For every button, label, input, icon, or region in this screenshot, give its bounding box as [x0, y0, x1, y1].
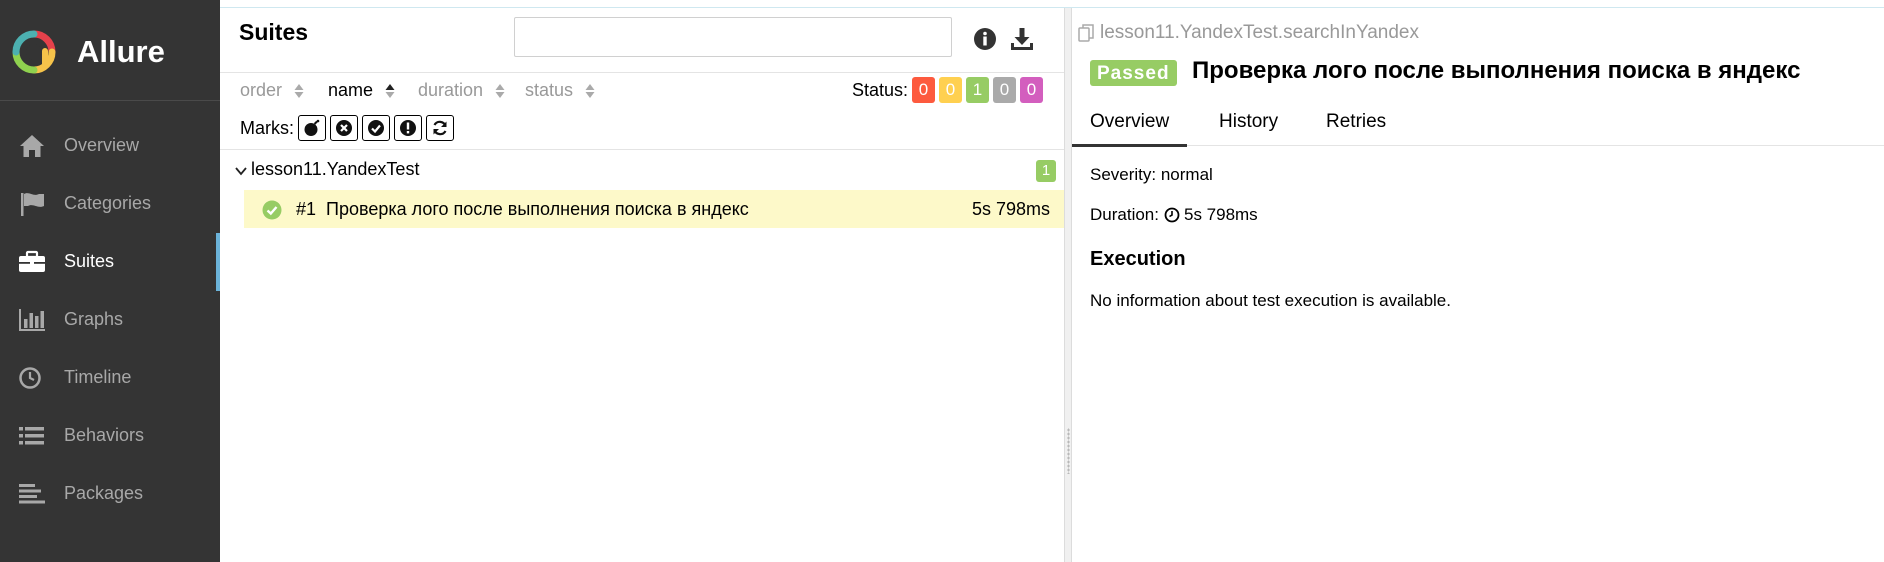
sidebar-item-suites[interactable]: Suites: [0, 233, 220, 291]
status-passed-badge[interactable]: 1: [966, 77, 989, 103]
sidebar-item-behaviors[interactable]: Behaviors: [0, 407, 220, 465]
page-title: Suites: [239, 19, 309, 45]
suites-pane: Suites order name duration status Status…: [220, 8, 1064, 562]
test-case-number: #1: [296, 199, 317, 219]
times-circle-icon: [336, 120, 352, 136]
sort-label: status: [525, 80, 574, 100]
status-unknown-badge[interactable]: 0: [1020, 77, 1043, 103]
sort-arrows-icon: [294, 83, 304, 98]
test-path-text: lesson11.YandexTest.searchInYandex: [1100, 22, 1419, 43]
pane-splitter[interactable]: [1064, 8, 1072, 562]
sidebar-item-label: Categories: [64, 193, 152, 213]
chevron-down-icon: [235, 167, 247, 176]
home-icon: [20, 135, 44, 157]
execution-info-text: No information about test execution is a…: [1090, 291, 1451, 310]
test-full-path[interactable]: lesson11.YandexTest.searchInYandex: [1078, 22, 1419, 44]
sidebar-item-graphs[interactable]: Graphs: [0, 291, 220, 349]
detail-tabs: Overview History Retries: [1071, 100, 1884, 147]
duration-label: Duration:: [1090, 205, 1159, 224]
briefcase-icon: [19, 250, 45, 272]
mark-flaky-button[interactable]: [298, 115, 326, 141]
sort-by-order[interactable]: order: [240, 80, 304, 101]
marks-filter: Marks:: [240, 115, 454, 141]
test-case-duration: 5s 798ms: [971, 199, 1050, 219]
list-icon: [19, 427, 44, 445]
filter-divider: [220, 149, 1064, 150]
check-circle-icon: [368, 120, 384, 136]
info-icon[interactable]: [972, 26, 998, 52]
marks-label: Marks:: [240, 117, 294, 138]
status-broken-badge[interactable]: 0: [939, 77, 962, 103]
duration-line: Duration: 5s 798ms: [1090, 205, 1258, 225]
exclamation-circle-icon: [400, 120, 416, 136]
test-case-name: Проверка лого после выполнения поиска в …: [326, 199, 749, 219]
brand-divider: [0, 100, 220, 101]
sidebar-item-overview[interactable]: Overview: [0, 117, 220, 175]
refresh-icon: [433, 120, 447, 136]
download-icon[interactable]: [1009, 26, 1035, 52]
duration-value: 5s 798ms: [1183, 205, 1258, 224]
execution-heading: Execution: [1090, 248, 1186, 270]
splitter-grip-icon: [1067, 428, 1070, 474]
sort-arrows-icon: [495, 83, 505, 98]
sidebar-item-label: Behaviors: [64, 425, 145, 445]
status-filter-label: Status:: [852, 80, 909, 100]
severity-line: Severity: normal: [1090, 165, 1213, 185]
sidebar-item-label: Timeline: [64, 367, 132, 387]
sidebar-item-label: Overview: [64, 135, 140, 155]
test-detail-pane: lesson11.YandexTest.searchInYandex Passe…: [1071, 8, 1884, 562]
sort-label: name: [328, 80, 374, 100]
tab-overview[interactable]: Overview: [1071, 111, 1188, 147]
sort-asc-icon: [385, 83, 395, 98]
status-failed-badge[interactable]: 0: [912, 77, 935, 103]
sort-arrows-icon: [585, 83, 595, 98]
search-input[interactable]: [514, 17, 952, 57]
clock-icon: [19, 367, 41, 389]
status-badge: Passed: [1090, 60, 1177, 86]
suite-passed-count-badge: 1: [1036, 160, 1056, 182]
sort-by-duration[interactable]: duration: [418, 80, 505, 101]
sidebar-item-label: Graphs: [64, 309, 124, 329]
status-skipped-badge[interactable]: 0: [993, 77, 1016, 103]
flag-icon: [21, 193, 44, 216]
sidebar-item-timeline[interactable]: Timeline: [0, 349, 220, 407]
brand-name: Allure: [77, 34, 165, 69]
sidebar-item-packages[interactable]: Packages: [0, 465, 220, 523]
sidebar: Allure Overview Categories Suites Graphs…: [0, 0, 220, 562]
sidebar-item-label: Packages: [64, 483, 144, 503]
mark-new-broken-button[interactable]: [394, 115, 422, 141]
sort-by-status[interactable]: status: [525, 80, 595, 101]
passed-status-icon: [262, 200, 282, 220]
tab-history[interactable]: History: [1219, 111, 1278, 133]
test-case-row[interactable]: #1 Проверка лого после выполнения поиска…: [244, 190, 1064, 228]
sort-bar: order name duration status Status: 0 0 1…: [220, 77, 1064, 110]
sidebar-nav: Overview Categories Suites Graphs Timeli…: [0, 117, 220, 523]
allure-logo-icon: [12, 30, 56, 74]
sort-by-name[interactable]: name: [328, 80, 395, 101]
clock-icon: [1164, 207, 1180, 223]
bar-chart-icon: [19, 309, 45, 331]
sort-label: duration: [418, 80, 484, 100]
align-left-icon: [19, 484, 45, 504]
mark-new-passed-button[interactable]: [362, 115, 390, 141]
mark-new-failed-button[interactable]: [330, 115, 358, 141]
tab-retries[interactable]: Retries: [1326, 111, 1386, 133]
sidebar-item-label: Suites: [64, 251, 115, 271]
bomb-icon: [304, 119, 320, 136]
severity-text: Severity: normal: [1090, 165, 1213, 184]
copy-icon: [1078, 24, 1094, 42]
mark-retries-button[interactable]: [426, 115, 454, 141]
sidebar-item-categories[interactable]: Categories: [0, 175, 220, 233]
header-divider: [220, 72, 1064, 73]
sort-label: order: [240, 80, 283, 100]
suite-group-row[interactable]: lesson11.YandexTest 1: [234, 158, 1064, 184]
brand[interactable]: Allure: [12, 30, 165, 74]
test-title: Проверка лого после выполнения поиска в …: [1192, 57, 1801, 84]
suite-group-name: lesson11.YandexTest: [251, 159, 420, 179]
